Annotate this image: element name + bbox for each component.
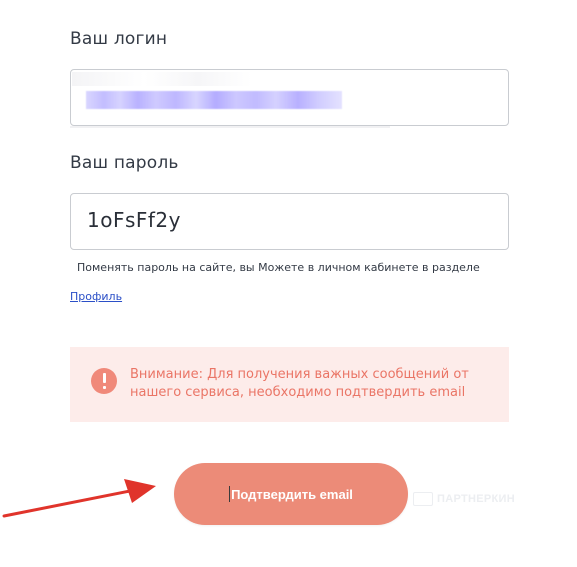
exclamation-circle-icon (91, 368, 117, 394)
redaction-blur-edge (70, 126, 390, 128)
redaction-blur-top (72, 72, 252, 86)
password-hint: Поменять пароль на сайте, вы Можете в ли… (77, 261, 480, 274)
password-value: 1oFsFf2y (87, 208, 181, 232)
watermark-text: ПАРТНЕРКИН (437, 492, 515, 505)
chat-bubble-icon (413, 492, 433, 506)
confirm-email-button[interactable]: Подтвердить email (174, 463, 408, 525)
login-label: Ваш логин (70, 29, 168, 49)
text-cursor-icon (229, 486, 231, 502)
redacted-login-value (86, 91, 342, 109)
account-settings-panel: Ваш логин Ваш пароль 1oFsFf2y Поменять п… (0, 0, 577, 567)
confirm-email-label: Подтвердить email (231, 486, 353, 502)
profile-link[interactable]: Профиль (70, 290, 122, 303)
email-warning-alert: Внимание: Для получения важных сообщений… (70, 347, 509, 422)
alert-message: Внимание: Для получения важных сообщений… (130, 367, 469, 400)
annotation-arrow-icon (2, 479, 156, 518)
password-label: Ваш пароль (70, 153, 179, 173)
watermark: ПАРТНЕРКИН (413, 492, 515, 506)
